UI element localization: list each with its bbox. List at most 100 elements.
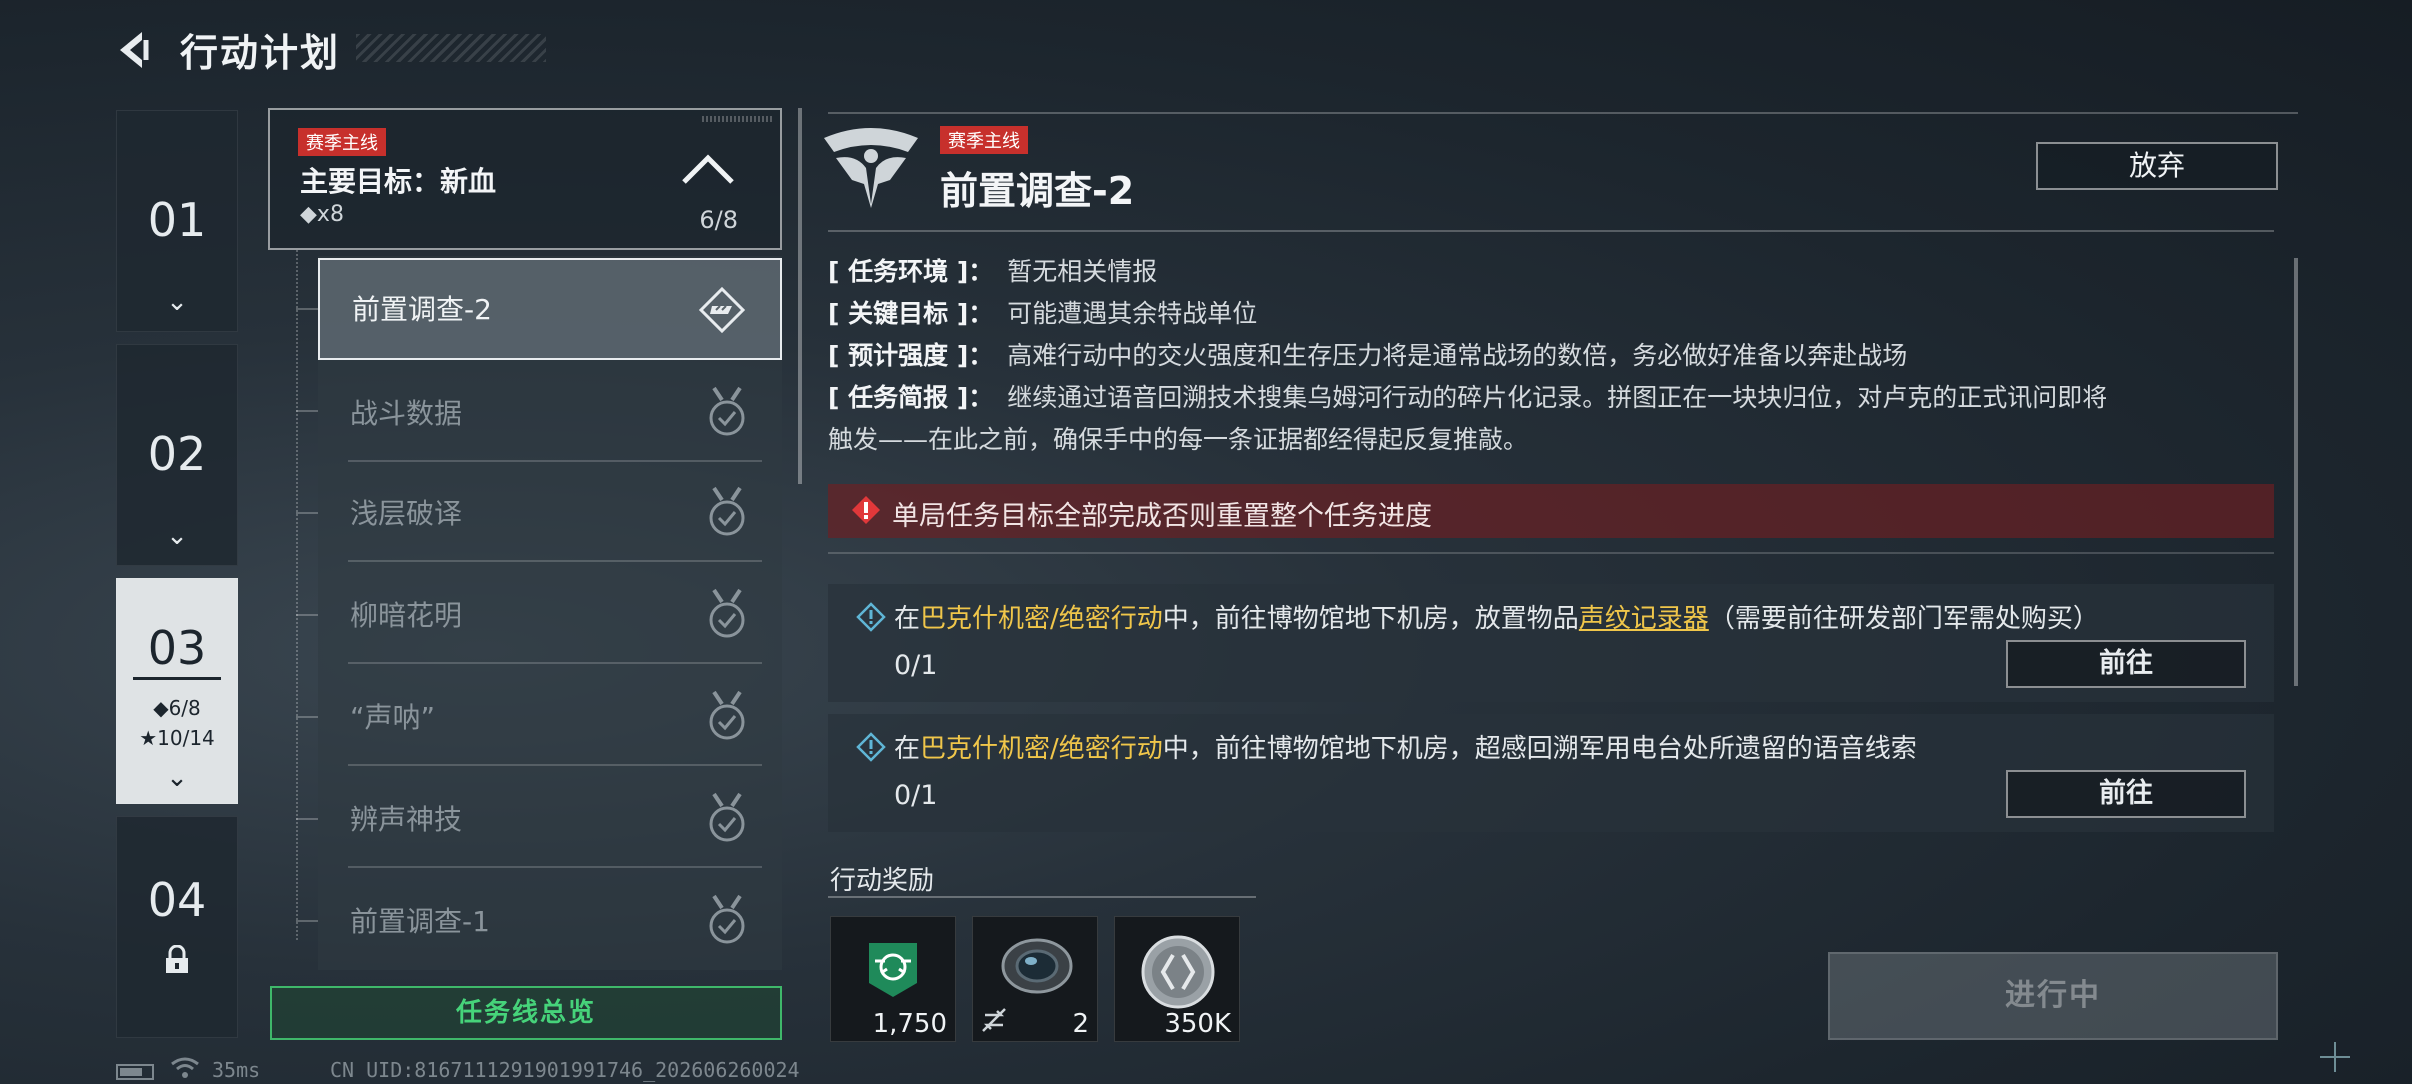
questline-reward: ◆x8 [300,202,344,227]
divider [348,662,762,664]
quest-item[interactable]: 战斗数据 [318,362,782,462]
drone-badge-icon [869,943,917,997]
info-value: 暂无相关情报 [1007,257,1158,286]
mission-title: 前置调查-2 [940,169,1135,213]
completed-medal-icon [709,894,745,944]
quest-label: 前置调查-1 [350,905,490,938]
map-name: 巴克什机密/绝密行动 [920,604,1163,634]
quest-label: 战斗数据 [350,397,463,430]
info-label: [ 预计强度 ]： [828,341,994,370]
page-title: 行动计划 [180,31,341,75]
eagle-emblem-icon [824,128,918,208]
info-value: 高难行动中的交火强度和生存压力将是通常战场的数倍，务必做好准备以奔赴战场 [1007,341,1908,370]
chevron-down-icon: ⌄ [166,287,188,317]
reward-item[interactable]: 350K [1114,916,1240,1042]
info-brief: [ 任务简报 ]： 继续通过语音回溯技术搜集乌姆河行动的碎片化记录。拼图正在一块块… [828,378,2107,414]
go-button[interactable]: 前往 [2006,640,2246,688]
completed-medal-icon [709,486,745,536]
in-progress-icon [698,286,746,334]
tree-tick [296,614,318,616]
tree-tick [296,308,318,310]
go-button[interactable]: 前往 [2006,770,2246,818]
chapter-tab-02[interactable]: 02 ⌄ [116,344,238,566]
info-strength: [ 预计强度 ]： 高难行动中的交火强度和生存压力将是通常战场的数倍，务必做好准备… [828,336,1907,372]
info-label: [ 任务环境 ]： [828,257,994,286]
chapter-tab-01[interactable]: 01 ⌄ [116,110,238,332]
quest-item-active[interactable]: 前置调查-2 [318,258,782,360]
completed-medal-icon [709,792,745,842]
quest-label: 浅层破译 [350,497,463,530]
scope-lens-icon [1001,938,1073,994]
questline-overview-button[interactable]: 任务线总览 [270,986,782,1040]
decoration [702,116,772,122]
questline-progress: 6/8 [699,206,738,234]
in-progress-status-button: 进行中 [1828,952,2278,1040]
tree-tick [296,716,318,718]
info-value: 触发——在此之前，确保手中的每一条证据都经得起反复推敲。 [828,425,1529,454]
chapter-tab-03[interactable]: 03 ◆6/8 ★10/14 ⌄ [116,578,238,804]
tree-line [296,250,298,940]
reward-count: 350K [1164,1009,1231,1039]
coin-icon [1141,935,1215,1009]
reward-item[interactable]: 2 [972,916,1098,1042]
completed-medal-icon [709,690,745,740]
title-decoration [356,34,546,62]
quest-item[interactable]: 柳暗花明 [318,564,782,664]
chapter-stars: ★10/14 [139,726,215,750]
tree-tick [296,512,318,514]
rewards-title: 行动奖励 [830,866,935,896]
item-link[interactable]: 声纹记录器 [1579,604,1709,634]
ping-readout: 35ms [212,1058,261,1082]
chapter-number: 02 [147,427,207,481]
info-environment: [ 任务环境 ]： 暂无相关情报 [828,252,1157,288]
tree-tick [296,920,318,922]
quest-item[interactable]: 前置调查-1 [318,870,782,970]
objective-progress: 0/1 [894,650,938,681]
back-arrow-icon[interactable] [112,28,156,72]
uid-readout: CN UID:816711129190199174​6_202606260024 [330,1058,800,1082]
reward-count: 2 [1072,1009,1089,1039]
objective-progress: 0/1 [894,780,938,811]
quest-item[interactable]: “声呐” [318,666,782,766]
info-diamond-icon [856,602,886,632]
chapter-tab-04[interactable]: 04 [116,816,238,1038]
warning-banner: 单局任务目标全部完成否则重置整个任务进度 [828,484,2274,538]
text: 中，前往博物馆地下机房，放置物品 [1162,604,1579,634]
quest-label: “声呐” [350,701,436,734]
completed-medal-icon [709,588,745,638]
abandon-button[interactable]: 放弃 [2036,142,2278,190]
chapter-number: 04 [147,873,207,927]
divider [348,764,762,766]
info-key-target: [ 关键目标 ]： 可能遭遇其余特战单位 [828,294,1257,330]
tree-tick [296,818,318,820]
text: 在 [894,734,921,764]
questline-header[interactable]: 赛季主线 主要目标：新血 ◆x8 6/8 [268,108,782,250]
reward-item[interactable]: 1,750 [830,916,956,1042]
detail-scrollbar[interactable] [2294,258,2298,686]
lock-icon [166,945,188,973]
quest-item[interactable]: 辨声神技 [318,768,782,868]
objective-item: 在巴克什机密/绝密行动中，前往博物馆地下机房，放置物品声纹记录器（需要前往研发部… [828,584,2274,702]
text: （需要前往研发部门军需处购买） [1708,604,2099,634]
questline-title: 主要目标：新血 [300,165,497,198]
reward-count: 1,750 [872,1009,947,1039]
season-tag: 赛季主线 [298,128,386,156]
divider [828,112,2298,114]
map-name: 巴克什机密/绝密行动 [920,734,1163,764]
quest-list-scrollbar[interactable] [798,108,802,484]
objective-description: 在巴克什机密/绝密行动中，前往博物馆地下机房，放置物品声纹记录器（需要前往研发部… [894,598,2099,635]
info-diamond-icon [856,732,886,762]
chapter-number: 03 [147,621,207,675]
chevron-down-icon: ⌄ [166,521,188,551]
info-value: 继续通过语音回溯技术搜集乌姆河行动的碎片化记录。拼图正在一块块归位，对卢克的正式… [1007,383,2108,412]
info-label: [ 关键目标 ]： [828,299,994,328]
tree-tick [296,410,318,412]
divider [828,896,1256,898]
chevron-up-icon[interactable] [680,150,736,186]
no-trade-icon [982,1008,1006,1032]
divider [348,866,762,868]
divider [133,677,221,680]
crosshair-icon [2320,1042,2350,1072]
quest-item[interactable]: 浅层破译 [318,462,782,562]
text: 在 [894,604,921,634]
